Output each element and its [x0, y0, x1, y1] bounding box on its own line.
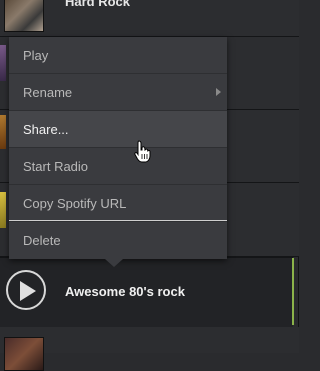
playlist-row-hard-rock[interactable]: [0, 0, 299, 37]
submenu-arrow-icon: [216, 88, 221, 96]
playlist-title: Hard Rock: [65, 0, 131, 9]
playlist-cover-image: [4, 337, 44, 371]
menu-divider: [9, 220, 227, 221]
hand-cursor-icon: [134, 140, 151, 163]
playlist-cover-image: [4, 0, 44, 32]
playlist-cover-image: [0, 192, 6, 228]
playlist-cover-image: [0, 45, 6, 81]
play-icon: [20, 281, 36, 301]
menu-item-label: Play: [23, 48, 49, 63]
menu-item-label: Copy Spotify URL: [23, 196, 127, 211]
menu-item-delete[interactable]: Delete: [9, 222, 227, 259]
selected-accent-bar: [292, 258, 294, 325]
playlist-row[interactable]: [0, 327, 299, 353]
menu-item-label: Rename: [23, 85, 73, 100]
menu-item-start-radio[interactable]: Start Radio: [9, 148, 227, 185]
menu-item-copy-url[interactable]: Copy Spotify URL: [9, 185, 227, 222]
menu-item-label: Share...: [23, 122, 69, 137]
menu-item-rename[interactable]: Rename: [9, 74, 227, 111]
playlist-cover-image: [0, 115, 6, 149]
menu-item-label: Start Radio: [23, 159, 89, 174]
context-menu: Play Rename Share... Start Radio Copy Sp…: [9, 37, 227, 259]
play-button[interactable]: [6, 270, 46, 310]
menu-item-play[interactable]: Play: [9, 37, 227, 74]
selected-playlist-title: Awesome 80's rock: [65, 284, 185, 299]
menu-item-share[interactable]: Share...: [9, 111, 227, 148]
menu-item-label: Delete: [23, 233, 61, 248]
context-menu-pointer: [105, 259, 123, 267]
